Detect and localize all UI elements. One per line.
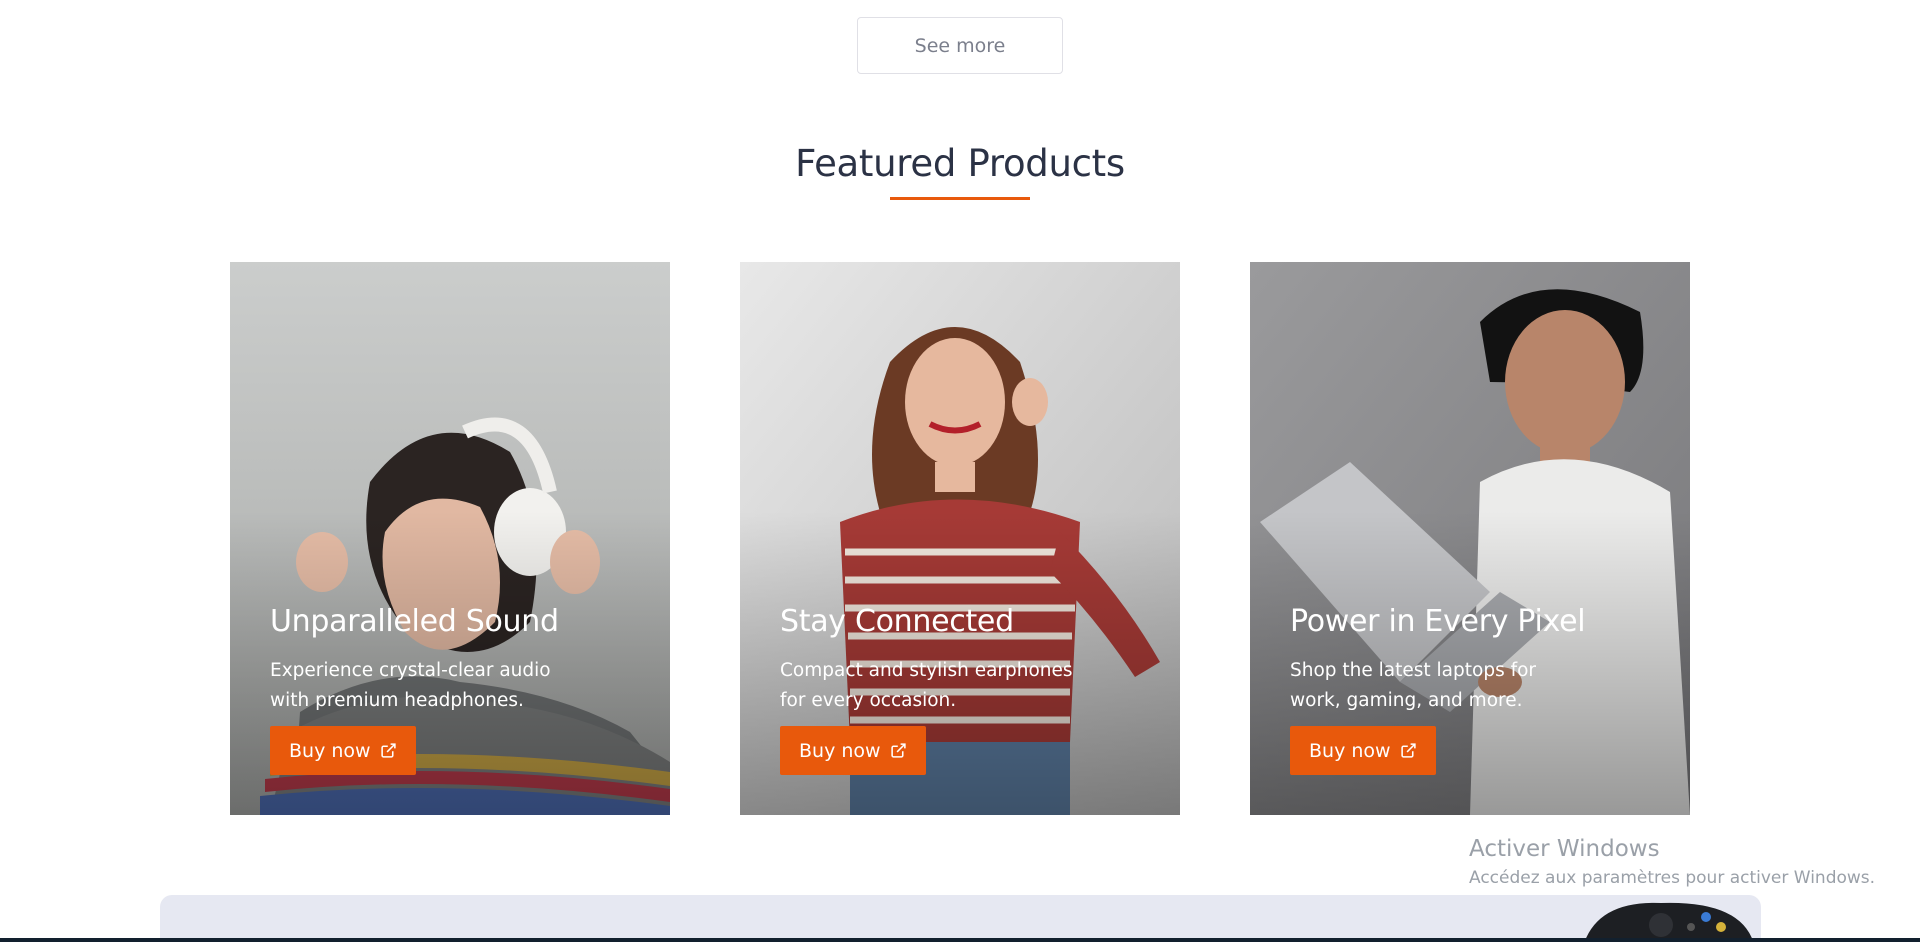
see-more-button[interactable]: See more: [857, 17, 1063, 74]
card-description: Shop the latest laptops for work, gaming…: [1290, 660, 1537, 711]
buy-now-button[interactable]: Buy now: [1290, 726, 1436, 775]
card-title: Power in Every Pixel: [1290, 604, 1586, 639]
game-controller-image: [1584, 902, 1754, 942]
buy-now-button[interactable]: Buy now: [780, 726, 926, 775]
buy-now-label: Buy now: [799, 739, 881, 762]
buy-now-label: Buy now: [1309, 739, 1391, 762]
product-card-headphones: Unparalleled Sound Experience crystal-cl…: [230, 262, 670, 815]
external-link-icon: [1400, 743, 1416, 758]
title-underline: [890, 197, 1030, 200]
watermark-title: Activer Windows: [1469, 836, 1660, 862]
page: See more Featured Products Unparalleled …: [0, 0, 1920, 942]
external-link-icon: [380, 743, 396, 758]
card-content: Unparalleled Sound Experience crystal-cl…: [270, 604, 640, 775]
card-title: Unparalleled Sound: [270, 604, 559, 639]
buy-now-label: Buy now: [289, 739, 371, 762]
card-title: Stay Connected: [780, 604, 1014, 639]
card-description: Experience crystal-clear audio with prem…: [270, 660, 551, 711]
buy-now-button[interactable]: Buy now: [270, 726, 416, 775]
watermark-subtitle: Accédez aux paramètres pour activer Wind…: [1469, 868, 1876, 888]
windows-activation-watermark: Activer Windows Accédez aux paramètres p…: [1469, 836, 1875, 888]
card-description: Compact and stylish earphones for every …: [780, 660, 1073, 711]
section-title: Featured Products: [795, 142, 1125, 185]
product-card-earphones: Stay Connected Compact and stylish earph…: [740, 262, 1180, 815]
promo-banner: [160, 895, 1761, 942]
bottom-strip: [0, 938, 1920, 942]
product-card-laptops: Power in Every Pixel Shop the latest lap…: [1250, 262, 1690, 815]
card-content: Stay Connected Compact and stylish earph…: [780, 604, 1150, 775]
card-content: Power in Every Pixel Shop the latest lap…: [1290, 604, 1660, 775]
external-link-icon: [890, 743, 906, 758]
